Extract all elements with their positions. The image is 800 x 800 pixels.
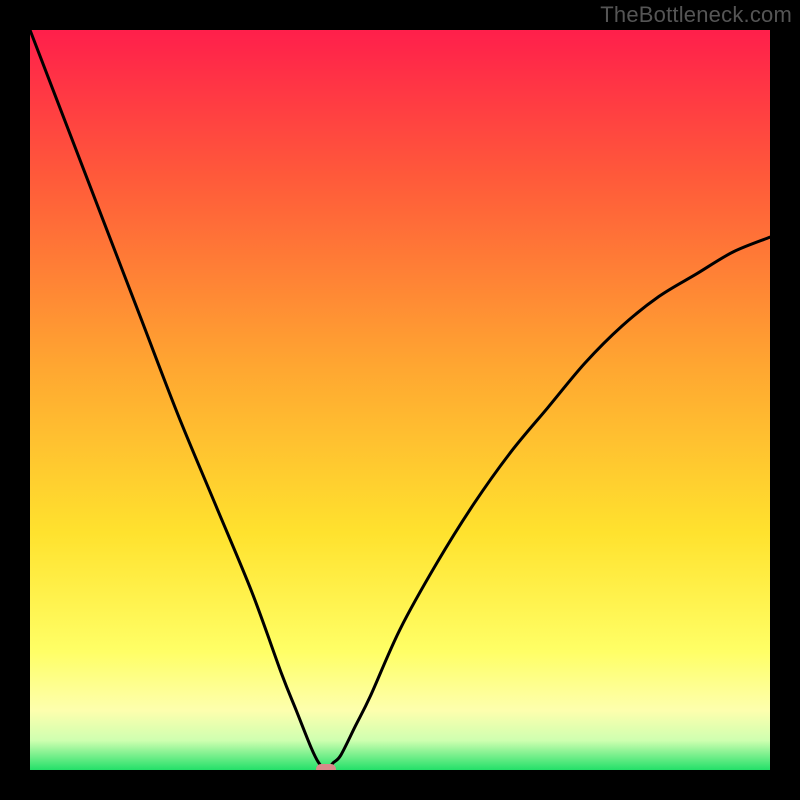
chart-frame: TheBottleneck.com: [0, 0, 800, 800]
gradient-background: [30, 30, 770, 770]
optimal-marker: [316, 764, 336, 770]
chart-svg: [30, 30, 770, 770]
plot-area: [30, 30, 770, 770]
watermark-label: TheBottleneck.com: [600, 2, 792, 28]
